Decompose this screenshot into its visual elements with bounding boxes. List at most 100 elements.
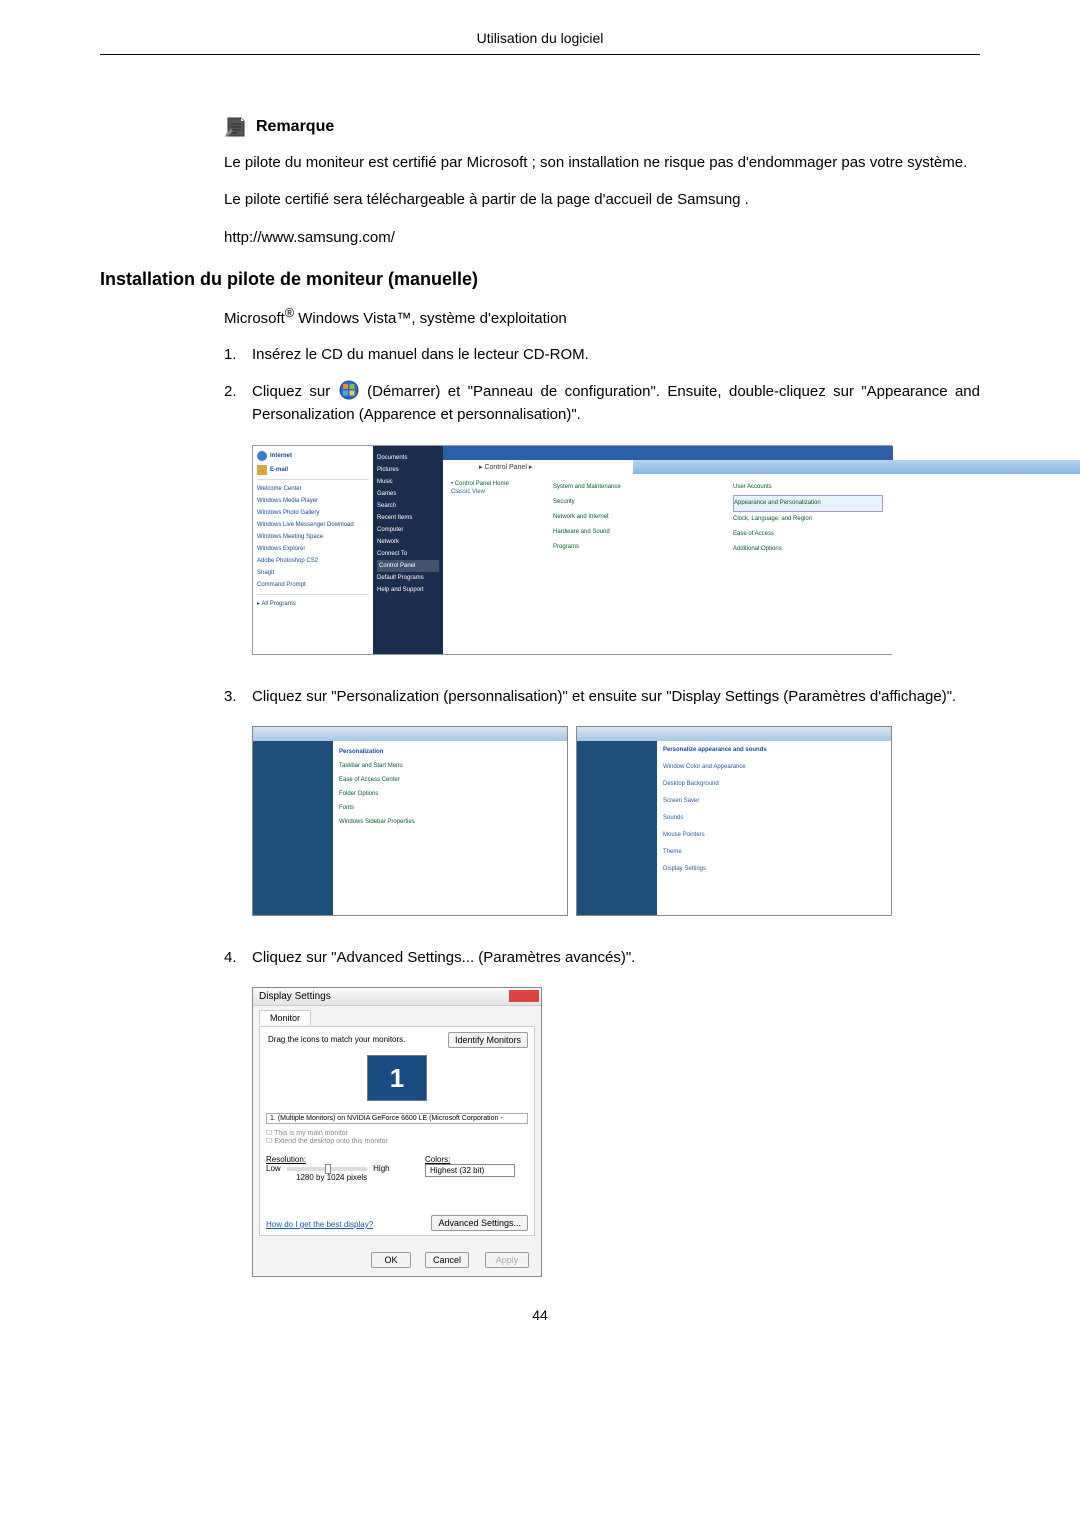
ok-button[interactable]: OK <box>371 1252 411 1268</box>
ap-link-taskbar[interactable]: Taskbar and Start Menu <box>339 759 561 773</box>
note-icon <box>224 115 248 139</box>
cancel-button[interactable]: Cancel <box>425 1252 469 1268</box>
start-item-meeting[interactable]: Windows Meeting Space <box>257 531 369 543</box>
note-url: http://www.samsung.com/ <box>224 226 980 249</box>
pers-mouse[interactable]: Mouse Pointers <box>663 830 885 841</box>
ie-icon <box>257 451 267 461</box>
start-item-messenger[interactable]: Windows Live Messenger Download <box>257 519 369 531</box>
start-item-wmp[interactable]: Windows Media Player <box>257 495 369 507</box>
registered-mark: ® <box>285 306 294 320</box>
start-right-pictures[interactable]: Pictures <box>377 464 439 476</box>
colors-combo[interactable]: Highest (32 bit) <box>425 1164 515 1177</box>
mail-icon <box>257 465 267 475</box>
start-right-computer[interactable]: Computer <box>377 524 439 536</box>
dialog-title: Display Settings <box>259 991 331 1002</box>
note-paragraph-1: Le pilote du moniteur est certifié par M… <box>224 151 980 174</box>
res-high-label: High <box>373 1164 389 1173</box>
pers-screensaver[interactable]: Screen Saver <box>663 796 885 807</box>
step-2-number: 2. <box>224 380 252 427</box>
pers-theme[interactable]: Theme <box>663 847 885 858</box>
windows-start-orb-icon <box>339 380 359 400</box>
screenshot-personalization-panels: Personalization Taskbar and Start Menu E… <box>252 726 980 916</box>
cp-cat-appearance[interactable]: Appearance and Personalization <box>733 495 883 512</box>
pers-heading: Personalize appearance and sounds <box>663 745 885 756</box>
start-right-default[interactable]: Default Programs <box>377 572 439 584</box>
personalization-panel: Personalize appearance and sounds Window… <box>576 726 892 916</box>
cp-cat-users[interactable]: User Accounts <box>733 480 883 495</box>
start-right-documents[interactable]: Documents <box>377 452 439 464</box>
ap-link-ease[interactable]: Ease of Access Center <box>339 773 561 787</box>
step-1-text: Insérez le CD du manuel dans le lecteur … <box>252 343 980 366</box>
ap-link-fonts[interactable]: Fonts <box>339 801 561 815</box>
close-icon[interactable] <box>509 990 539 1002</box>
start-right-help[interactable]: Help and Support <box>377 584 439 596</box>
cp-cat-programs[interactable]: Programs <box>553 540 713 555</box>
start-right-connect[interactable]: Connect To <box>377 548 439 560</box>
start-item-welcome[interactable]: Welcome Center <box>257 483 369 495</box>
start-right-network[interactable]: Network <box>377 536 439 548</box>
pers-desktop-bg[interactable]: Desktop Background <box>663 779 885 790</box>
start-right-search[interactable]: Search <box>377 500 439 512</box>
resolution-value: 1280 by 1024 pixels <box>296 1173 367 1182</box>
section-title: Installation du pilote de moniteur (manu… <box>100 269 980 290</box>
cp-cat-network[interactable]: Network and Internet <box>553 510 713 525</box>
start-right-music[interactable]: Music <box>377 476 439 488</box>
pers-window-color[interactable]: Window Color and Appearance <box>663 762 885 773</box>
pers-sounds[interactable]: Sounds <box>663 813 885 824</box>
start-item-cmd[interactable]: Command Prompt <box>257 579 369 591</box>
screenshot-start-menu-control-panel: Internet E-mail Welcome Center Windows M… <box>252 445 892 655</box>
start-item-gallery[interactable]: Windows Photo Gallery <box>257 507 369 519</box>
step-3-text: Cliquez sur "Personalization (personnali… <box>252 685 980 708</box>
intro-mid: Windows Vista™ <box>294 310 411 327</box>
start-right-control-panel[interactable]: Control Panel <box>377 560 439 572</box>
note-paragraph-2: Le pilote certifié sera téléchargeable à… <box>224 188 980 211</box>
page-number: 44 <box>100 1307 980 1323</box>
resolution-slider[interactable] <box>287 1167 367 1171</box>
start-right-recent[interactable]: Recent Items <box>377 512 439 524</box>
start-item-email[interactable]: E-mail <box>270 464 288 476</box>
start-all-programs[interactable]: ▸ All Programs <box>257 598 369 610</box>
start-item-internet[interactable]: Internet <box>270 450 292 462</box>
res-low-label: Low <box>266 1164 281 1173</box>
step-1-number: 1. <box>224 343 252 366</box>
check-extend-label: Extend the desktop onto this monitor <box>274 1138 388 1145</box>
checkbox-extend: ☐ <box>266 1138 274 1145</box>
step-4-text: Cliquez sur "Advanced Settings... (Param… <box>252 946 980 969</box>
start-item-snagit[interactable]: SnagIt <box>257 567 369 579</box>
resolution-label: Resolution: <box>266 1155 306 1164</box>
monitor-combo[interactable]: 1. (Multiple Monitors) on NVIDIA GeForce… <box>266 1113 528 1124</box>
ap-link-sidebar[interactable]: Windows Sidebar Properties <box>339 815 561 829</box>
ap-link-personalization[interactable]: Personalization <box>339 745 561 759</box>
cp-home-link[interactable]: Control Panel Home <box>455 481 509 487</box>
appearance-panel: Personalization Taskbar and Start Menu E… <box>252 726 568 916</box>
start-right-games[interactable]: Games <box>377 488 439 500</box>
ap-link-folder[interactable]: Folder Options <box>339 787 561 801</box>
tab-monitor[interactable]: Monitor <box>259 1010 311 1025</box>
monitor-icon[interactable]: 1 <box>367 1055 427 1101</box>
start-item-photoshop[interactable]: Adobe Photoshop CS2 <box>257 555 369 567</box>
cp-cat-hardware[interactable]: Hardware and Sound <box>553 525 713 540</box>
page-header: Utilisation du logiciel <box>100 30 980 55</box>
best-display-link[interactable]: How do I get the best display? <box>266 1220 373 1229</box>
colors-label: Colors: <box>425 1155 450 1164</box>
cp-cat-clock[interactable]: Clock, Language, and Region <box>733 512 883 527</box>
screenshot-display-settings-dialog: Display Settings Monitor Drag the icons … <box>252 987 542 1277</box>
cp-cat-additional[interactable]: Additional Options <box>733 542 883 557</box>
cp-breadcrumb: ▸ Control Panel ▸ <box>479 463 532 471</box>
advanced-settings-button[interactable]: Advanced Settings... <box>431 1215 528 1231</box>
step-3-number: 3. <box>224 685 252 708</box>
intro-prefix: Microsoft <box>224 310 285 327</box>
note-heading: Remarque <box>224 115 980 139</box>
checkbox-main: ☐ <box>266 1130 274 1137</box>
pers-display-settings[interactable]: Display Settings <box>663 864 885 875</box>
step-2-post: (Démarrer) et "Panneau de configuration"… <box>252 383 980 423</box>
start-item-explorer[interactable]: Windows Explorer <box>257 543 369 555</box>
apply-button: Apply <box>485 1252 529 1268</box>
cp-cat-ease[interactable]: Ease of Access <box>733 527 883 542</box>
intro-suffix: , système d'exploitation <box>411 310 566 327</box>
step-4-number: 4. <box>224 946 252 969</box>
cp-classic-link[interactable]: Classic View <box>451 489 485 495</box>
identify-monitors-button[interactable]: Identify Monitors <box>448 1032 528 1048</box>
cp-cat-security[interactable]: Security <box>553 495 713 510</box>
cp-cat-system[interactable]: System and Maintenance <box>553 480 713 495</box>
